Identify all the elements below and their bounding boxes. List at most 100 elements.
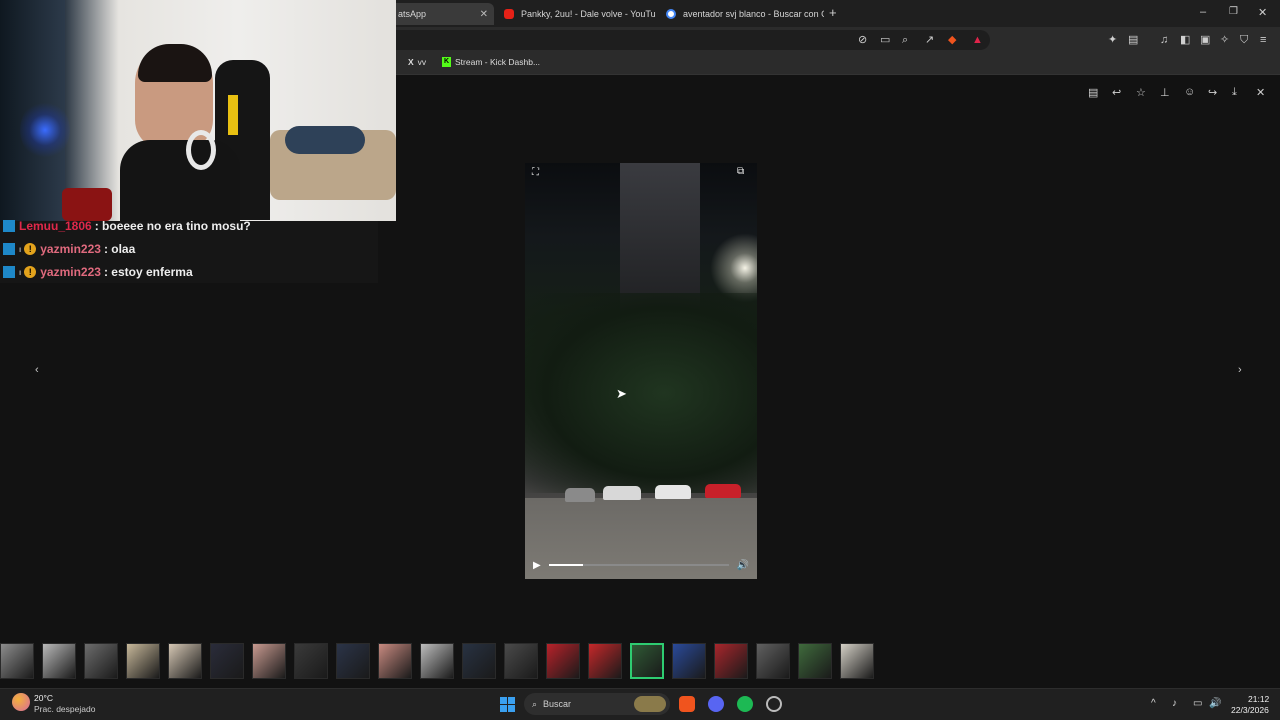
- media-thumbnail[interactable]: [42, 643, 76, 679]
- media-thumbnail[interactable]: [714, 643, 748, 679]
- extensions-icon[interactable]: ✦: [1108, 33, 1117, 47]
- volume-tray-icon[interactable]: 🔊: [1209, 698, 1221, 709]
- bookmark-vv[interactable]: X vv: [408, 57, 426, 67]
- next-media-button[interactable]: ›: [1238, 364, 1242, 376]
- webcam-blue-light: [20, 100, 70, 160]
- chat-text: : boeeee no era tino mosu?: [94, 219, 251, 233]
- media-thumbnail[interactable]: [588, 643, 622, 679]
- volume-icon[interactable]: 🔊: [737, 560, 749, 571]
- stream-chat-overlay: Lemuu_1806 : boeeee no era tino mosu? ı …: [0, 219, 378, 283]
- warning-badge-icon: !: [24, 266, 37, 278]
- star-icon[interactable]: ☆: [1136, 86, 1146, 99]
- tray-overflow-icon[interactable]: ^: [1151, 698, 1156, 709]
- media-thumbnail[interactable]: [0, 643, 34, 679]
- video-frame-car: [705, 484, 741, 498]
- weather-desc: Prac. despejado: [34, 704, 96, 714]
- emoji-icon[interactable]: ☺: [1184, 86, 1195, 98]
- chat-text: : estoy enferma: [103, 265, 193, 279]
- warning-badge-icon: !: [24, 243, 37, 255]
- menu-icon[interactable]: ≡: [1260, 33, 1266, 47]
- media-thumbnail[interactable]: [672, 643, 706, 679]
- weather-icon[interactable]: [12, 693, 30, 711]
- media-thumbnail[interactable]: [210, 643, 244, 679]
- clock-time[interactable]: 21:12: [1248, 694, 1269, 704]
- tab-youtube[interactable]: Pankky, 2uu! - Dale volve - YouTube: [496, 3, 656, 25]
- video-frame-car: [565, 488, 595, 502]
- video-frame-car: [603, 486, 641, 500]
- cast-icon[interactable]: ▭: [880, 33, 890, 47]
- app-icon[interactable]: [766, 696, 782, 712]
- close-window-button[interactable]: ✕: [1258, 6, 1267, 19]
- reply-icon[interactable]: ↩: [1112, 86, 1121, 99]
- caption-icon[interactable]: ▤: [1088, 86, 1098, 99]
- media-thumbnail[interactable]: [798, 643, 832, 679]
- close-viewer-icon[interactable]: ✕: [1256, 86, 1265, 99]
- media-thumbnail[interactable]: [84, 643, 118, 679]
- network-icon[interactable]: ▭: [1193, 698, 1202, 709]
- kick-logo-icon: K: [442, 57, 451, 67]
- popout-icon[interactable]: ⧉: [737, 166, 744, 177]
- minimize-button[interactable]: –: [1200, 6, 1206, 18]
- video-progress-bar[interactable]: [548, 564, 729, 566]
- microphone-icon[interactable]: ♪: [1172, 698, 1177, 709]
- share-icon[interactable]: ↗: [925, 33, 934, 47]
- zoom-icon[interactable]: ⌕: [902, 33, 908, 47]
- media-thumbnail[interactable]: [504, 643, 538, 679]
- new-tab-button[interactable]: +: [829, 6, 837, 20]
- close-tab-icon[interactable]: ✕: [480, 9, 488, 20]
- tab-label: atsApp: [398, 9, 427, 19]
- vpn-icon[interactable]: ⛉: [1240, 33, 1248, 47]
- brave-browser-icon[interactable]: [679, 696, 695, 712]
- tab-whatsapp[interactable]: atsApp ✕: [390, 3, 494, 25]
- media-thumbnail[interactable]: [252, 643, 286, 679]
- search-highlight-icon: [634, 696, 666, 712]
- fullscreen-icon[interactable]: ⛶: [532, 167, 539, 178]
- taskbar-search[interactable]: ⌕ Buscar: [524, 693, 670, 715]
- tab-label: Pankky, 2uu! - Dale volve - YouTube: [521, 9, 656, 19]
- media-thumbnail[interactable]: [546, 643, 580, 679]
- sidebar-icon[interactable]: ◧: [1180, 33, 1190, 47]
- spotify-icon[interactable]: [737, 696, 753, 712]
- reader-icon[interactable]: ▤: [1128, 33, 1138, 47]
- maximize-button[interactable]: ❐: [1229, 6, 1238, 17]
- chat-username: yazmin223: [40, 265, 101, 279]
- video-frame-trees: [525, 293, 757, 493]
- media-thumbnail[interactable]: [378, 643, 412, 679]
- brave-rewards-icon[interactable]: ▲: [972, 33, 983, 47]
- media-thumbnail[interactable]: [840, 643, 874, 679]
- download-icon[interactable]: ⤓: [1232, 86, 1237, 99]
- clock-date[interactable]: 22/3/2026: [1231, 705, 1269, 715]
- leo-ai-icon[interactable]: ✧: [1220, 33, 1229, 47]
- media-icon[interactable]: ♫: [1160, 33, 1168, 47]
- media-thumbnail[interactable]: [630, 643, 664, 679]
- forward-icon[interactable]: ↪: [1208, 86, 1217, 99]
- bookmark-label: Stream - Kick Dashb...: [455, 57, 541, 67]
- wallet-icon[interactable]: ▣: [1200, 33, 1210, 47]
- play-icon[interactable]: ▶: [533, 560, 541, 571]
- webcam-pillow: [285, 126, 365, 154]
- pin-icon[interactable]: ⊥: [1160, 86, 1170, 99]
- media-thumbnail[interactable]: [168, 643, 202, 679]
- webcam-person-shirt: [120, 140, 240, 221]
- bookmark-kick[interactable]: K Stream - Kick Dashb...: [442, 57, 540, 67]
- video-player[interactable]: ⛶ ⧉ ▶ 🔊: [525, 163, 757, 579]
- media-thumbnail[interactable]: [756, 643, 790, 679]
- weather-temp[interactable]: 20°C: [34, 693, 53, 703]
- mute-site-icon[interactable]: ⊘: [858, 33, 867, 47]
- address-bar[interactable]: [390, 30, 990, 50]
- kick-badge-icon: [3, 220, 15, 232]
- media-thumbnail[interactable]: [336, 643, 370, 679]
- brave-shields-icon[interactable]: ◆: [948, 33, 956, 47]
- media-thumbnail[interactable]: [294, 643, 328, 679]
- media-thumbnail[interactable]: [462, 643, 496, 679]
- video-controls: ▶ 🔊: [525, 551, 757, 579]
- previous-media-button[interactable]: ‹: [35, 364, 39, 376]
- windows-start-icon[interactable]: [500, 697, 515, 712]
- discord-icon[interactable]: [708, 696, 724, 712]
- media-thumbnail[interactable]: [420, 643, 454, 679]
- tab-google[interactable]: aventador svj blanco - Buscar con Go: [658, 3, 824, 25]
- tab-label: aventador svj blanco - Buscar con Go: [683, 9, 824, 19]
- mouse-cursor-icon: ➤: [616, 386, 627, 401]
- media-thumbnail[interactable]: [126, 643, 160, 679]
- kick-badge-icon: [3, 266, 15, 278]
